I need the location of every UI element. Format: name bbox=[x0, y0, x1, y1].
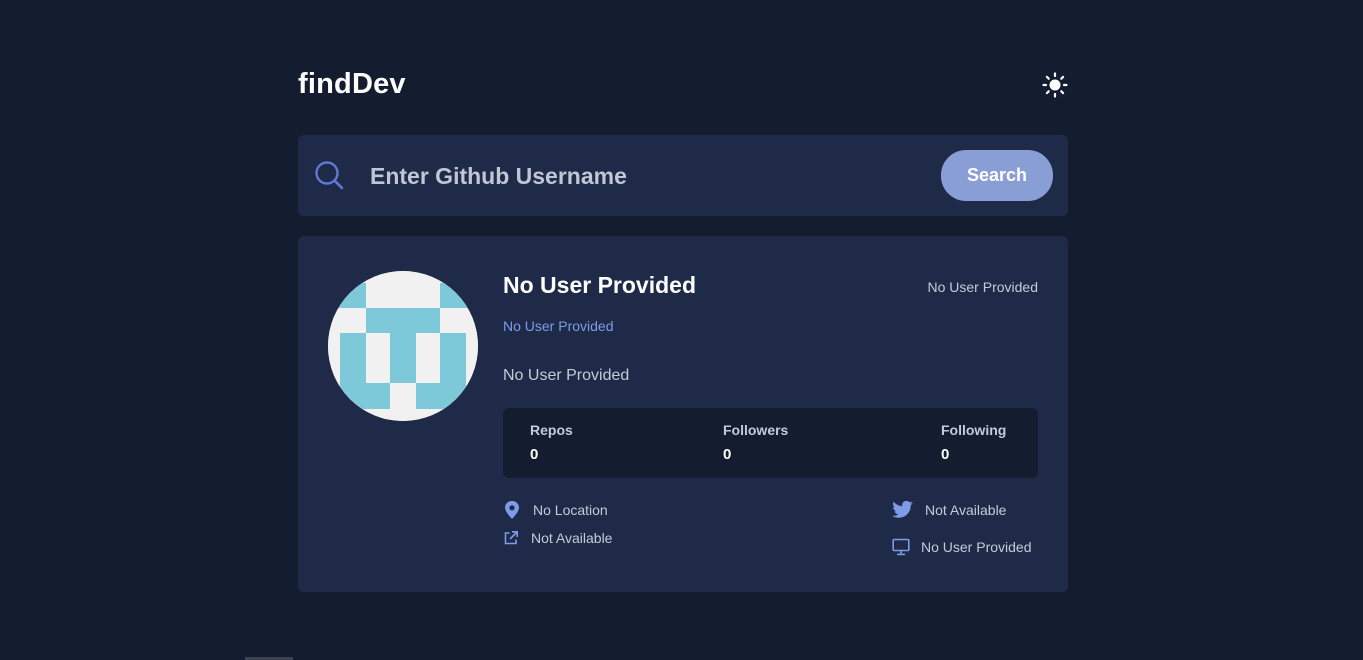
external-link-icon bbox=[504, 531, 518, 545]
user-name: No User Provided bbox=[503, 272, 696, 298]
blog-text: Not Available bbox=[531, 530, 613, 546]
twitter-text: Not Available bbox=[925, 502, 1007, 518]
location-text: No Location bbox=[533, 502, 608, 518]
twitter-icon bbox=[892, 501, 913, 518]
monitor-icon bbox=[892, 538, 910, 556]
stat-value: 0 bbox=[941, 446, 950, 463]
company-info: No User Provided bbox=[892, 538, 1032, 556]
stat-label: Repos bbox=[530, 422, 573, 438]
app-logo: findDev bbox=[298, 68, 406, 100]
location-pin-icon bbox=[505, 501, 519, 519]
company-text: No User Provided bbox=[921, 539, 1032, 555]
twitter-info[interactable]: Not Available bbox=[892, 501, 1006, 519]
user-bio: No User Provided bbox=[503, 367, 630, 384]
stat-value: 0 bbox=[723, 446, 732, 463]
search-button[interactable]: Search bbox=[941, 150, 1053, 201]
stats-panel: Repos 0 Followers 0 Following 0 bbox=[503, 408, 1038, 478]
sun-icon bbox=[1042, 72, 1068, 98]
joined-date: No User Provided bbox=[927, 279, 1039, 295]
theme-toggle-button[interactable] bbox=[1042, 72, 1068, 98]
header: findDev bbox=[298, 62, 1068, 110]
search-bar: Search bbox=[298, 135, 1068, 216]
search-icon bbox=[315, 161, 344, 190]
avatar bbox=[328, 271, 478, 421]
stat-label: Followers bbox=[723, 422, 789, 438]
profile-card: No User Provided No User Provided No Use… bbox=[298, 236, 1068, 592]
user-login-link[interactable]: No User Provided bbox=[503, 318, 614, 334]
stat-value: 0 bbox=[530, 446, 539, 463]
identicon-image bbox=[328, 271, 478, 421]
page: findDev Search bbox=[0, 0, 1363, 660]
stat-followers: Followers 0 bbox=[723, 422, 788, 463]
stat-repos: Repos 0 bbox=[530, 422, 573, 463]
stat-following: Following 0 bbox=[941, 422, 1006, 463]
search-input[interactable] bbox=[368, 155, 922, 197]
location-info: No Location bbox=[503, 500, 608, 520]
stat-label: Following bbox=[941, 422, 1007, 438]
blog-info[interactable]: Not Available bbox=[503, 530, 612, 546]
